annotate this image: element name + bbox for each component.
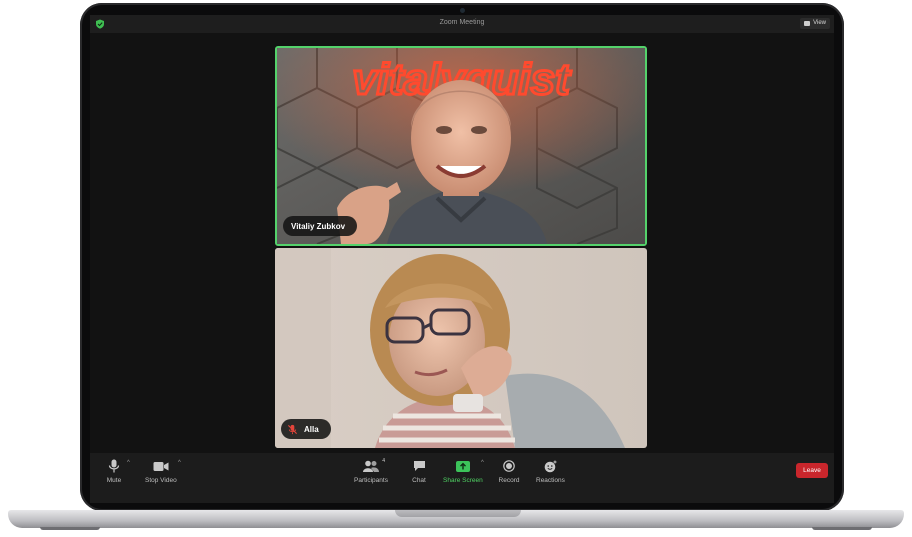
mute-label: Mute [106, 477, 122, 484]
speaker-video-feed: vitalyquist [277, 48, 645, 244]
participants-button[interactable]: 4 Participants [354, 457, 388, 484]
record-label: Record [498, 477, 520, 484]
mute-button[interactable]: Mute [103, 457, 125, 484]
meeting-toolbar: Mute ^ Stop Video ^ 4 Participants Chat … [90, 453, 834, 503]
view-button[interactable]: View [800, 18, 830, 29]
view-label: View [813, 20, 826, 26]
participants-count: 4 [382, 458, 385, 464]
reactions-label: Reactions [536, 477, 565, 484]
muted-mic-icon [287, 424, 298, 434]
laptop-notch [395, 510, 521, 517]
leave-button[interactable]: Leave [796, 463, 828, 478]
stop-video-button[interactable]: Stop Video [145, 457, 177, 484]
record-button[interactable]: Record [498, 457, 520, 484]
laptop-foot-left [40, 527, 100, 530]
participants-label: Participants [354, 477, 388, 484]
title-bar: Zoom Meeting View [90, 15, 834, 33]
video-tile-active-speaker[interactable]: vitalyquist Vitaliy Zubkov [275, 46, 647, 246]
reactions-icon [544, 460, 557, 472]
mic-icon [108, 459, 120, 473]
caret-up-icon[interactable]: ^ [127, 460, 130, 466]
webcam-dot [460, 8, 465, 13]
participants-icon [362, 460, 379, 472]
video-camera-icon [153, 461, 169, 471]
participant-name: Vitaliy Zubkov [291, 221, 346, 231]
chat-label: Chat [412, 477, 426, 484]
record-icon [503, 460, 515, 472]
participant-video-feed [275, 248, 647, 448]
reactions-button[interactable]: Reactions [536, 457, 565, 484]
participant-name-tag: Vitaliy Zubkov [283, 216, 358, 236]
video-stage: vitalyquist Vitaliy Zubkov Alla [90, 33, 834, 453]
window-title: Zoom Meeting [439, 19, 485, 26]
zoom-window: Zoom Meeting View vitalyquist Vitaliy Zu… [90, 15, 834, 503]
video-tile-participant[interactable]: Alla [275, 248, 647, 448]
share-screen-label: Share Screen [443, 477, 483, 484]
participant-name-tag: Alla [281, 419, 331, 439]
caret-up-icon[interactable]: ^ [178, 460, 181, 466]
chat-icon [413, 461, 425, 471]
laptop-foot-right [812, 527, 872, 530]
share-screen-icon [455, 460, 470, 472]
caret-up-icon[interactable]: ^ [481, 460, 484, 466]
participant-name: Alla [304, 424, 319, 434]
stop-video-label: Stop Video [145, 477, 177, 484]
chat-button[interactable]: Chat [408, 457, 430, 484]
view-grid-icon [804, 21, 811, 26]
share-screen-button[interactable]: Share Screen [443, 457, 483, 484]
